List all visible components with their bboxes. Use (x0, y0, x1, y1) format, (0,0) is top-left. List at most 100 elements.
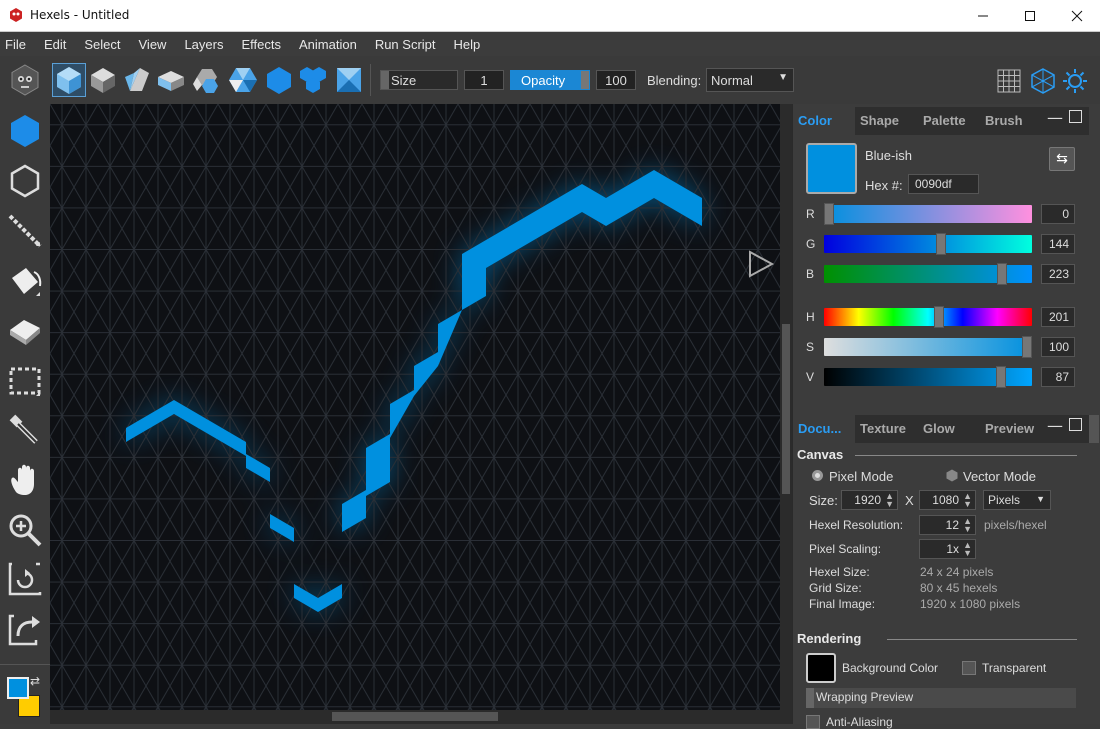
eyedropper-tool-icon[interactable] (6, 412, 44, 450)
hexagon-shape-icon[interactable] (264, 65, 294, 95)
hex-input[interactable]: 0090df (908, 174, 979, 194)
h-slider[interactable] (824, 306, 1032, 328)
glow-toggle-icon[interactable] (1062, 68, 1088, 94)
size-value-field[interactable]: 1 (464, 70, 504, 90)
hexagon-fill-tool-icon[interactable] (6, 112, 44, 150)
spinner-arrows-icon[interactable]: ▲ ▼ (885, 492, 894, 509)
zoom-tool-icon[interactable] (6, 512, 44, 550)
h-value[interactable]: 201 (1041, 307, 1075, 327)
rotate-canvas-tool-icon[interactable] (6, 560, 44, 598)
vector-mode-radio[interactable] (946, 469, 958, 482)
width-input[interactable]: 1920 ▲ ▼ (841, 490, 898, 510)
b-slider[interactable] (824, 263, 1032, 285)
tab-glow[interactable]: Glow (923, 421, 955, 436)
panel-scrollbar[interactable] (1089, 415, 1099, 443)
unit-dropdown[interactable]: Pixels ▼ (983, 490, 1051, 510)
g-slider-handle[interactable] (935, 233, 946, 255)
v-slider-handle[interactable] (996, 366, 1007, 388)
size-slider[interactable]: Size (380, 70, 458, 90)
pixel-mode-radio[interactable] (812, 470, 823, 481)
menu-layers[interactable]: Layers (175, 37, 232, 52)
r-value[interactable]: 0 (1041, 204, 1075, 224)
menu-help[interactable]: Help (445, 37, 490, 52)
swap-color-mode-button[interactable]: ⇆ (1049, 147, 1075, 171)
blending-dropdown[interactable]: Normal ▼ (706, 68, 794, 92)
triangle-shape-icon[interactable] (228, 65, 258, 95)
horizontal-scroll-thumb[interactable] (332, 712, 498, 721)
tab-color[interactable]: Color (798, 113, 832, 128)
tab-document[interactable]: Docu... (798, 421, 841, 436)
tab-palette[interactable]: Palette (923, 113, 966, 128)
paint-bucket-tool-icon[interactable] (6, 262, 44, 300)
wrapping-preview-toggle[interactable]: Wrapping Preview (806, 688, 1076, 708)
s-slider-handle[interactable] (1022, 336, 1032, 358)
g-slider[interactable] (824, 233, 1032, 255)
r-slider[interactable] (824, 203, 1032, 225)
tab-preview[interactable]: Preview (985, 421, 1034, 436)
hexagon-brick-icon[interactable] (192, 65, 222, 95)
hex-cluster-icon[interactable] (298, 65, 328, 95)
menu-effects[interactable]: Effects (232, 37, 290, 52)
diamond-shape-icon[interactable] (122, 65, 152, 95)
grid-icon[interactable] (996, 68, 1022, 94)
menu-file[interactable]: File (0, 37, 35, 52)
menu-animation[interactable]: Animation (290, 37, 366, 52)
drawing-canvas[interactable] (50, 104, 780, 710)
panel-float-icon[interactable] (1069, 110, 1082, 123)
swap-colors-icon[interactable]: ⇄ (30, 674, 40, 688)
h-slider-handle[interactable] (934, 306, 945, 328)
tab-texture[interactable]: Texture (860, 421, 906, 436)
hand-tool-icon[interactable] (6, 462, 44, 500)
opacity-slider-handle[interactable] (581, 71, 589, 89)
hex-grid-toggle-icon[interactable] (1030, 68, 1056, 94)
eraser-tool-icon[interactable] (6, 312, 44, 350)
background-color-swatch[interactable] (806, 653, 836, 683)
v-slider[interactable] (824, 366, 1032, 388)
tab-shape[interactable]: Shape (860, 113, 899, 128)
s-slider[interactable] (824, 336, 1032, 358)
b-slider-handle[interactable] (997, 263, 1008, 285)
menu-view[interactable]: View (130, 37, 176, 52)
g-value[interactable]: 144 (1041, 234, 1075, 254)
current-color-swatch[interactable] (806, 143, 857, 194)
wrapping-preview-handle[interactable] (806, 688, 814, 708)
trixel-shape-icon[interactable] (88, 65, 118, 95)
size-slider-handle[interactable] (381, 71, 389, 89)
r-slider-handle[interactable] (824, 203, 834, 225)
hexel-resolution-input[interactable]: 12 ▲ ▼ (919, 515, 976, 535)
menu-run-script[interactable]: Run Script (366, 37, 445, 52)
s-value[interactable]: 100 (1041, 337, 1075, 357)
opacity-slider[interactable]: Opacity (510, 70, 590, 90)
hexagon-outline-tool-icon[interactable] (6, 162, 44, 200)
export-tool-icon[interactable] (6, 610, 44, 648)
spinner-arrows-icon[interactable]: ▲ ▼ (963, 492, 972, 509)
minimize-button[interactable] (960, 0, 1006, 32)
canvas-horizontal-scrollbar[interactable] (50, 710, 792, 724)
panel-minimize-icon[interactable]: — (1047, 416, 1063, 435)
menu-select[interactable]: Select (75, 37, 129, 52)
opacity-value-field[interactable]: 100 (596, 70, 636, 90)
mascot-icon[interactable] (8, 63, 42, 97)
spinner-arrows-icon[interactable]: ▲ ▼ (963, 517, 972, 534)
square-x-icon[interactable] (334, 65, 364, 95)
line-tool-icon[interactable] (6, 212, 44, 250)
v-value[interactable]: 87 (1041, 367, 1075, 387)
transparent-checkbox[interactable] (962, 661, 976, 675)
vertical-scroll-thumb[interactable] (782, 324, 790, 494)
hexel-shape-icon[interactable] (54, 65, 84, 95)
square-shape-icon[interactable] (156, 65, 186, 95)
anti-aliasing-checkbox[interactable] (806, 715, 820, 729)
panel-float-icon[interactable] (1069, 418, 1082, 431)
menu-edit[interactable]: Edit (35, 37, 75, 52)
marquee-select-tool-icon[interactable] (6, 362, 44, 400)
spinner-arrows-icon[interactable]: ▲ ▼ (963, 541, 972, 558)
panel-minimize-icon[interactable]: — (1047, 108, 1063, 127)
b-value[interactable]: 223 (1041, 264, 1075, 284)
close-button[interactable] (1054, 0, 1100, 32)
canvas-vertical-scrollbar[interactable] (780, 104, 792, 710)
primary-color-swatch[interactable] (7, 677, 29, 699)
tab-brush[interactable]: Brush (985, 113, 1023, 128)
maximize-button[interactable] (1007, 0, 1053, 32)
pixel-scaling-input[interactable]: 1x ▲ ▼ (919, 539, 976, 559)
height-input[interactable]: 1080 ▲ ▼ (919, 490, 976, 510)
